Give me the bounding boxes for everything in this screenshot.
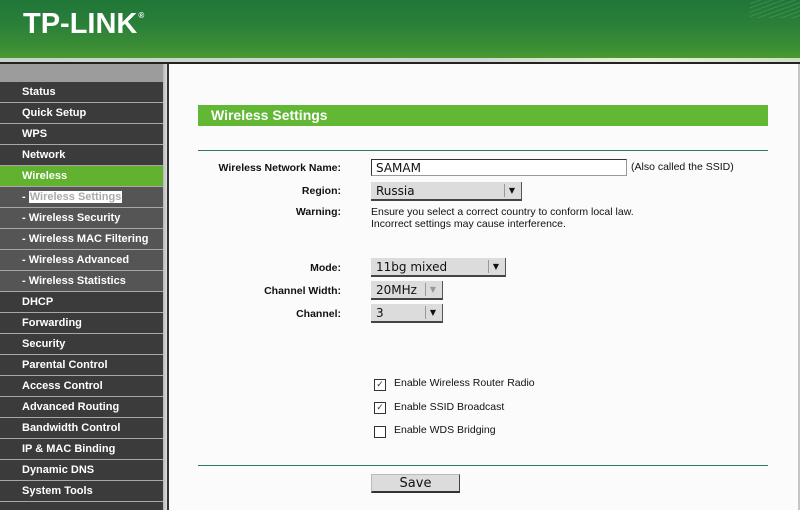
enable-ssid-broadcast-label: Enable SSID Broadcast bbox=[394, 401, 505, 413]
sidebar-item-wps[interactable]: WPS bbox=[0, 124, 163, 145]
channel-width-select[interactable]: 20MHz ▼ bbox=[371, 281, 443, 300]
ssid-input[interactable]: SAMAM bbox=[371, 159, 627, 176]
sidebar-item-ip-mac-binding[interactable]: IP & MAC Binding bbox=[0, 439, 163, 460]
sidebar-item-advanced-routing[interactable]: Advanced Routing bbox=[0, 397, 163, 418]
sidebar-item-quick-setup[interactable]: Quick Setup bbox=[0, 103, 163, 124]
sidebar-item-wireless-security[interactable]: - Wireless Security bbox=[0, 208, 163, 229]
enable-ssid-broadcast-checkbox[interactable]: ✓ bbox=[374, 402, 386, 414]
sidebar-item-network[interactable]: Network bbox=[0, 145, 163, 166]
sidebar-item-label: Wireless Settings bbox=[28, 191, 123, 203]
tp-link-logo: TP-LINK® bbox=[23, 8, 144, 41]
sidebar-nav: Status Quick Setup WPS Network Wireless … bbox=[0, 64, 163, 510]
page-title-bar: Wireless Settings bbox=[198, 105, 768, 126]
sidebar-item-status[interactable]: Status bbox=[0, 82, 163, 103]
sidebar-item-system-tools[interactable]: System Tools bbox=[0, 481, 163, 502]
enable-radio-label: Enable Wireless Router Radio bbox=[394, 377, 535, 389]
enable-wds-label: Enable WDS Bridging bbox=[394, 424, 496, 436]
registered-mark: ® bbox=[138, 11, 145, 20]
channel-label: Channel: bbox=[296, 308, 341, 320]
divider-bottom bbox=[198, 465, 768, 466]
sidebar-item-wireless-statistics[interactable]: - Wireless Statistics bbox=[0, 271, 163, 292]
sidebar-item-wireless-advanced[interactable]: - Wireless Advanced bbox=[0, 250, 163, 271]
mode-value: 11bg mixed bbox=[376, 260, 448, 274]
sidebar-item-wireless[interactable]: Wireless bbox=[0, 166, 163, 187]
chevron-down-icon: ▼ bbox=[488, 260, 503, 273]
enable-radio-checkbox[interactable]: ✓ bbox=[374, 379, 386, 391]
channel-value: 3 bbox=[376, 306, 384, 320]
sidebar-item-wireless-mac-filtering[interactable]: - Wireless MAC Filtering bbox=[0, 229, 163, 250]
channel-width-label: Channel Width: bbox=[264, 285, 341, 297]
save-button[interactable]: Save bbox=[371, 474, 460, 493]
chevron-down-icon: ▼ bbox=[425, 306, 440, 319]
sidebar-item-access-control[interactable]: Access Control bbox=[0, 376, 163, 397]
sidebar-item-parental-control[interactable]: Parental Control bbox=[0, 355, 163, 376]
page-title: Wireless Settings bbox=[211, 107, 328, 123]
sidebar-item-dynamic-dns[interactable]: Dynamic DNS bbox=[0, 460, 163, 481]
region-value: Russia bbox=[376, 184, 415, 198]
header-banner: TP-LINK® bbox=[0, 0, 800, 58]
logo-text: TP-LINK bbox=[23, 8, 138, 40]
channel-width-value: 20MHz bbox=[376, 283, 417, 297]
warning-line-2: Incorrect settings may cause interferenc… bbox=[371, 218, 566, 230]
enable-wds-checkbox[interactable] bbox=[374, 426, 386, 438]
warning-line-1: Ensure you select a correct country to c… bbox=[371, 206, 634, 218]
sidebar-item-bandwidth-control[interactable]: Bandwidth Control bbox=[0, 418, 163, 439]
ssid-hint: (Also called the SSID) bbox=[631, 161, 734, 173]
header-decoration bbox=[750, 0, 800, 18]
sidebar-item-security[interactable]: Security bbox=[0, 334, 163, 355]
sidebar-item-dhcp[interactable]: DHCP bbox=[0, 292, 163, 313]
sidebar-item-wireless-settings[interactable]: - Wireless Settings bbox=[0, 187, 163, 208]
ssid-label: Wireless Network Name: bbox=[218, 162, 341, 174]
divider-top bbox=[198, 150, 768, 151]
mode-select[interactable]: 11bg mixed ▼ bbox=[371, 258, 506, 277]
channel-select[interactable]: 3 ▼ bbox=[371, 304, 443, 323]
region-select[interactable]: Russia ▼ bbox=[371, 182, 522, 201]
sidebar-top-bar bbox=[0, 64, 163, 82]
sidebar-item-forwarding[interactable]: Forwarding bbox=[0, 313, 163, 334]
chevron-down-icon: ▼ bbox=[425, 283, 440, 296]
sub-prefix: - bbox=[22, 191, 29, 203]
warning-label: Warning: bbox=[295, 206, 341, 218]
mode-label: Mode: bbox=[310, 262, 341, 274]
chevron-down-icon: ▼ bbox=[504, 184, 519, 197]
region-label: Region: bbox=[301, 185, 341, 197]
